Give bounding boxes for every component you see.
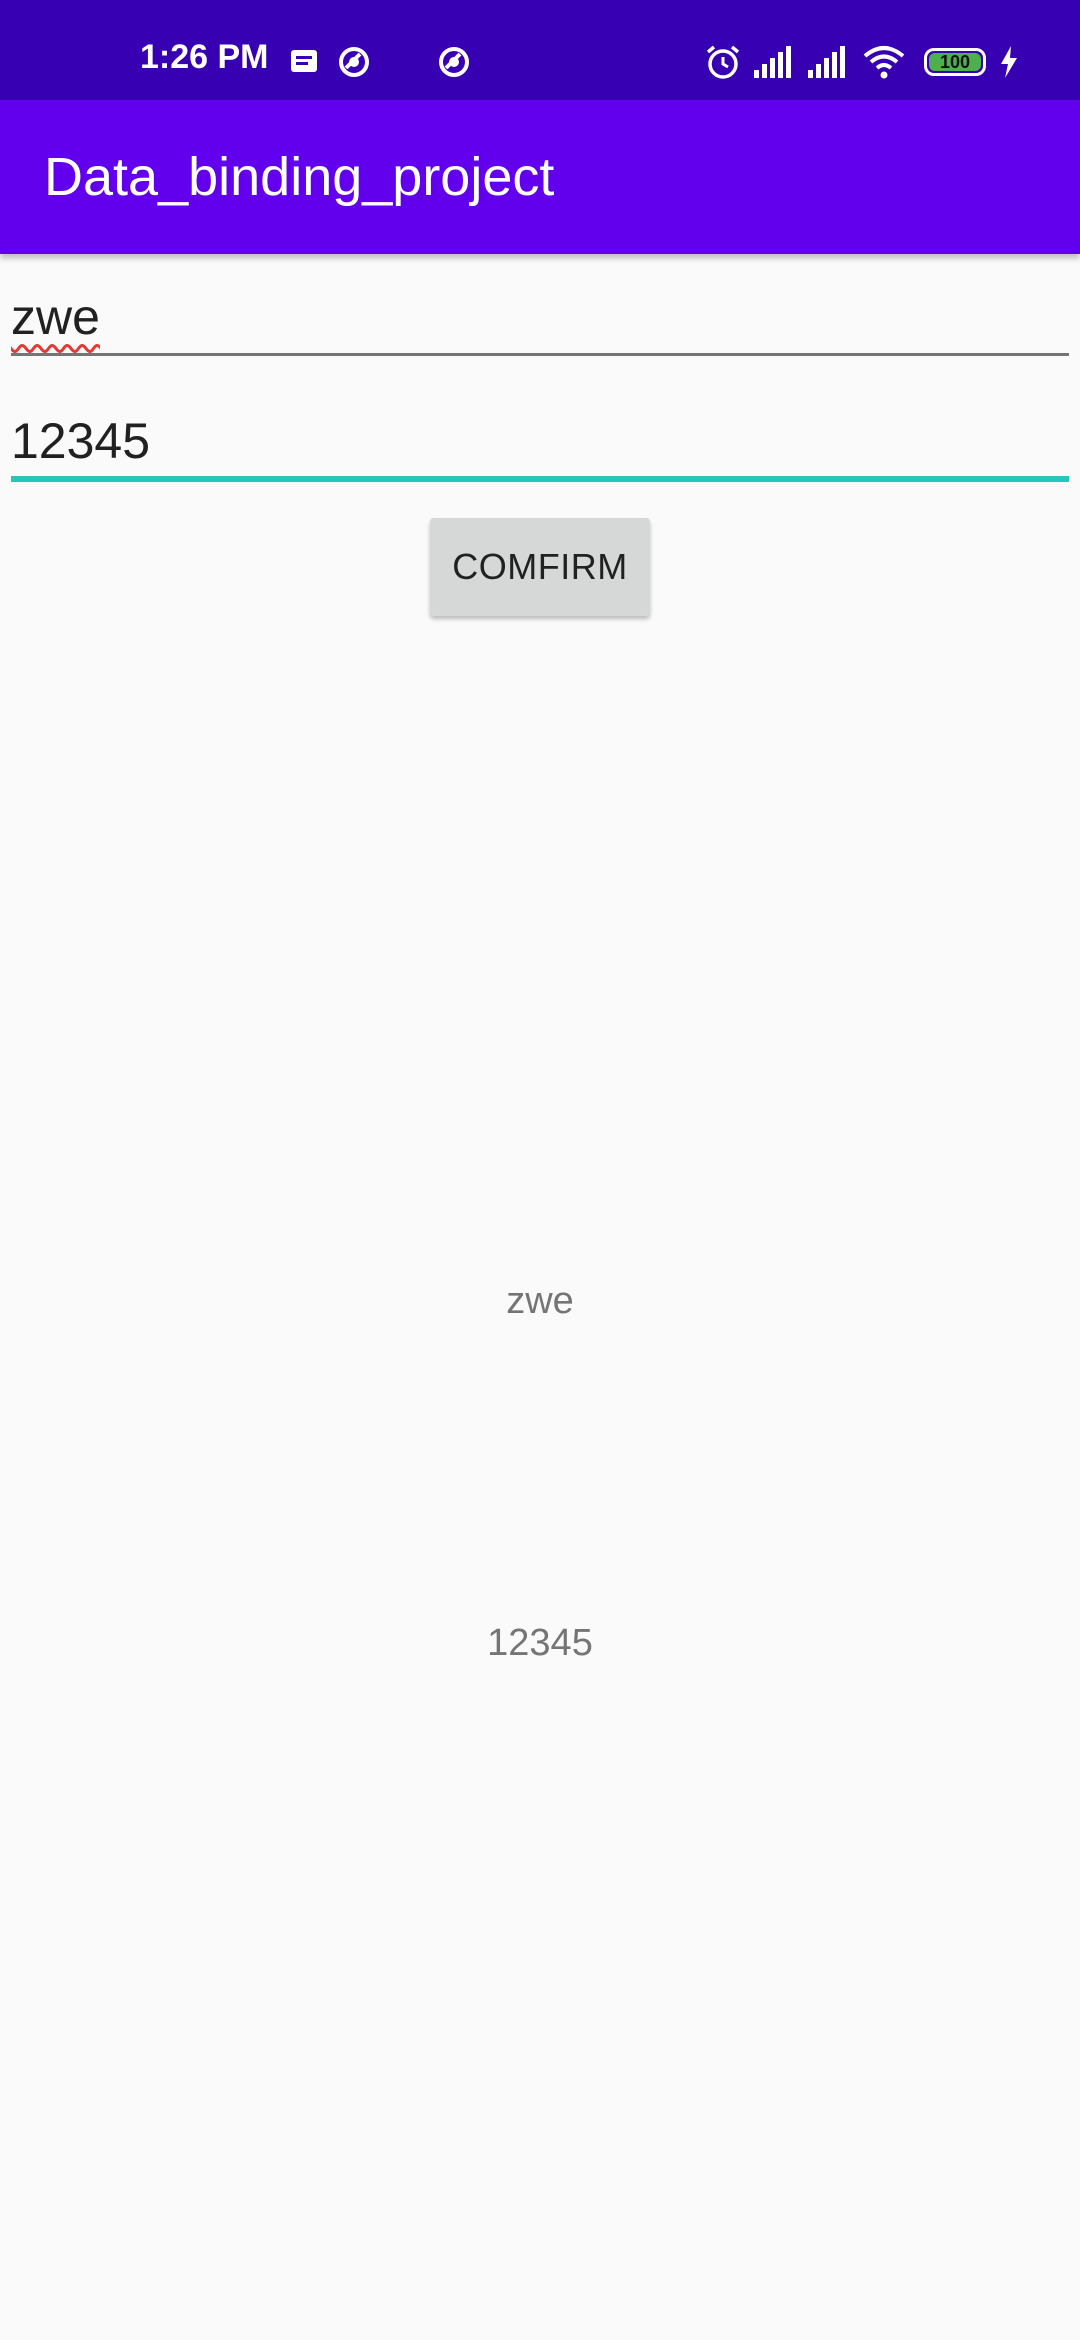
battery-icon: 100	[924, 48, 986, 76]
name-input-value: zwe	[11, 289, 100, 345]
name-output-text: zwe	[506, 1280, 574, 1322]
number-output-text: 12345	[487, 1622, 593, 1664]
app-bar: Data_binding_project	[0, 100, 1080, 254]
sync-icon	[439, 47, 469, 77]
name-input[interactable]: zwe	[11, 286, 1069, 356]
signal-icon	[754, 46, 791, 78]
confirm-button[interactable]: COMFIRM	[430, 518, 650, 616]
number-input-value: 12345	[11, 413, 151, 469]
alarm-icon	[706, 45, 740, 79]
name-input-underline	[11, 353, 1069, 356]
wifi-icon	[863, 46, 905, 79]
notification-icon	[291, 50, 317, 72]
status-bar: 1:26 PM 100	[0, 0, 1080, 100]
charging-icon	[1001, 46, 1017, 78]
signal-icon	[808, 46, 845, 78]
battery-level: 100	[929, 52, 981, 72]
number-input-underline	[11, 476, 1069, 482]
number-input[interactable]: 12345	[11, 410, 1069, 482]
sync-icon	[339, 47, 369, 77]
app-title: Data_binding_project	[44, 147, 555, 207]
status-time: 1:26 PM	[140, 38, 269, 76]
